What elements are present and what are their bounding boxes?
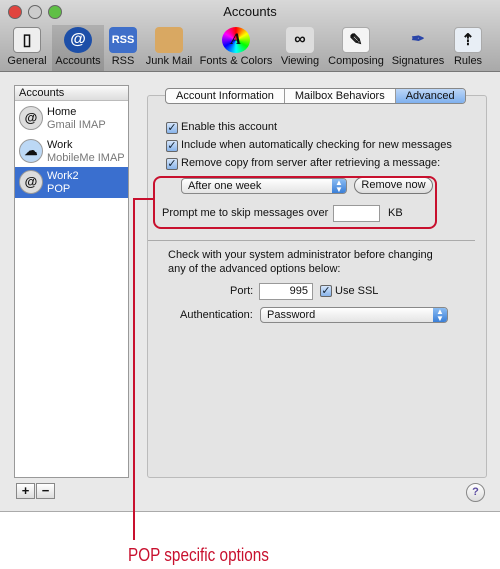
accounts-list: Accounts @ Home Gmail IMAP ☁ Work MobileMe I… bbox=[14, 85, 129, 478]
include-checking-checkbox[interactable]: ✓ bbox=[166, 140, 178, 152]
toolbar-accounts[interactable]: @ Accounts bbox=[52, 25, 104, 71]
window-title: Accounts bbox=[223, 4, 277, 19]
callout-line bbox=[133, 198, 135, 540]
callout-label: POP specific options bbox=[128, 545, 269, 565]
callout-line bbox=[133, 198, 154, 200]
authentication-select[interactable]: Password ▲ ▼ bbox=[260, 307, 448, 323]
rss-icon: RSS bbox=[109, 27, 137, 53]
account-work[interactable]: ☁ Work MobileMe IMAP bbox=[15, 136, 128, 167]
toolbar-label: Junk Mail bbox=[145, 55, 193, 67]
warning-text-1: Check with your system administrator bef… bbox=[168, 249, 433, 261]
port-label: Port: bbox=[230, 285, 254, 297]
toolbar-signatures[interactable]: ✒ Signatures bbox=[390, 25, 446, 71]
accounts-list-header: Accounts bbox=[15, 86, 128, 101]
toolbar-rules[interactable]: ⇡ Rules bbox=[450, 25, 486, 71]
toolbar-fonts-colors[interactable]: A Fonts & Colors bbox=[198, 25, 274, 71]
include-checking-label: Include when automatically checking for … bbox=[181, 139, 452, 151]
pencil-icon: ✎ bbox=[342, 27, 370, 53]
account-name: Home bbox=[47, 106, 77, 118]
toolbar-label: General bbox=[7, 55, 47, 67]
use-ssl-label: Use SSL bbox=[335, 285, 379, 297]
rules-icon: ⇡ bbox=[454, 27, 482, 53]
toolbar-general[interactable]: ▯ General bbox=[6, 25, 48, 71]
account-type: Gmail IMAP bbox=[47, 119, 106, 131]
tab-mailbox-behaviors[interactable]: Mailbox Behaviors bbox=[285, 89, 396, 103]
toolbar-label: Composing bbox=[328, 55, 384, 67]
pen-icon: ✒ bbox=[411, 31, 425, 48]
toolbar-composing[interactable]: ✎ Composing bbox=[326, 25, 386, 71]
port-input[interactable]: 995 bbox=[259, 283, 313, 300]
at-icon: @ bbox=[19, 170, 43, 194]
tab-bar: Account Information Mailbox Behaviors Ad… bbox=[165, 88, 466, 104]
glasses-icon: ∞ bbox=[286, 27, 314, 53]
switch-icon: ▯ bbox=[13, 27, 41, 53]
toolbar-label: Accounts bbox=[55, 55, 101, 67]
preferences-window: Accounts ▯ General @ Accounts RSS RSS Junk … bbox=[0, 0, 500, 512]
toolbar-label: Signatures bbox=[391, 55, 445, 67]
help-button[interactable]: ? bbox=[466, 483, 485, 502]
authentication-label: Authentication: bbox=[180, 309, 253, 321]
account-home[interactable]: @ Home Gmail IMAP bbox=[15, 103, 128, 134]
tab-account-information[interactable]: Account Information bbox=[166, 89, 285, 103]
toolbar-viewing[interactable]: ∞ Viewing bbox=[278, 25, 322, 71]
add-account-button[interactable]: + bbox=[16, 483, 35, 499]
tab-panel bbox=[147, 95, 487, 478]
at-icon: @ bbox=[19, 106, 43, 130]
toolbar-label: RSS bbox=[111, 55, 135, 67]
at-icon: @ bbox=[64, 27, 92, 53]
cloud-icon: ☁ bbox=[19, 139, 43, 163]
updown-arrows-icon: ▲ ▼ bbox=[433, 308, 447, 323]
font-color-icon: A bbox=[222, 27, 250, 53]
title-bar: Accounts ▯ General @ Accounts RSS RSS Junk … bbox=[0, 0, 500, 72]
tab-advanced[interactable]: Advanced bbox=[395, 89, 465, 103]
account-work2[interactable]: @ Work2 POP bbox=[15, 167, 128, 198]
use-ssl-checkbox[interactable]: ✓ bbox=[320, 285, 332, 297]
remove-account-button[interactable]: − bbox=[36, 483, 55, 499]
enable-account-label: Enable this account bbox=[181, 121, 278, 133]
junk-mail-icon bbox=[155, 27, 183, 53]
separator bbox=[148, 240, 475, 241]
remove-copy-checkbox[interactable]: ✓ bbox=[166, 158, 178, 170]
account-name: Work2 bbox=[47, 170, 79, 182]
account-name: Work bbox=[47, 139, 73, 151]
toolbar-label: Rules bbox=[453, 55, 483, 67]
toolbar-label: Fonts & Colors bbox=[199, 55, 273, 67]
warning-text-2: any of the advanced options below: bbox=[168, 263, 341, 275]
enable-account-checkbox[interactable]: ✓ bbox=[166, 122, 178, 134]
toolbar-label: Viewing bbox=[280, 55, 320, 67]
remove-copy-label: Remove copy from server after retrieving… bbox=[181, 157, 441, 169]
account-type: POP bbox=[47, 183, 71, 195]
toolbar-rss[interactable]: RSS RSS bbox=[106, 25, 140, 71]
account-type: MobileMe IMAP bbox=[47, 152, 125, 164]
toolbar-junk-mail[interactable]: Junk Mail bbox=[144, 25, 194, 71]
authentication-value: Password bbox=[267, 309, 316, 321]
callout-highlight-box bbox=[153, 176, 437, 229]
